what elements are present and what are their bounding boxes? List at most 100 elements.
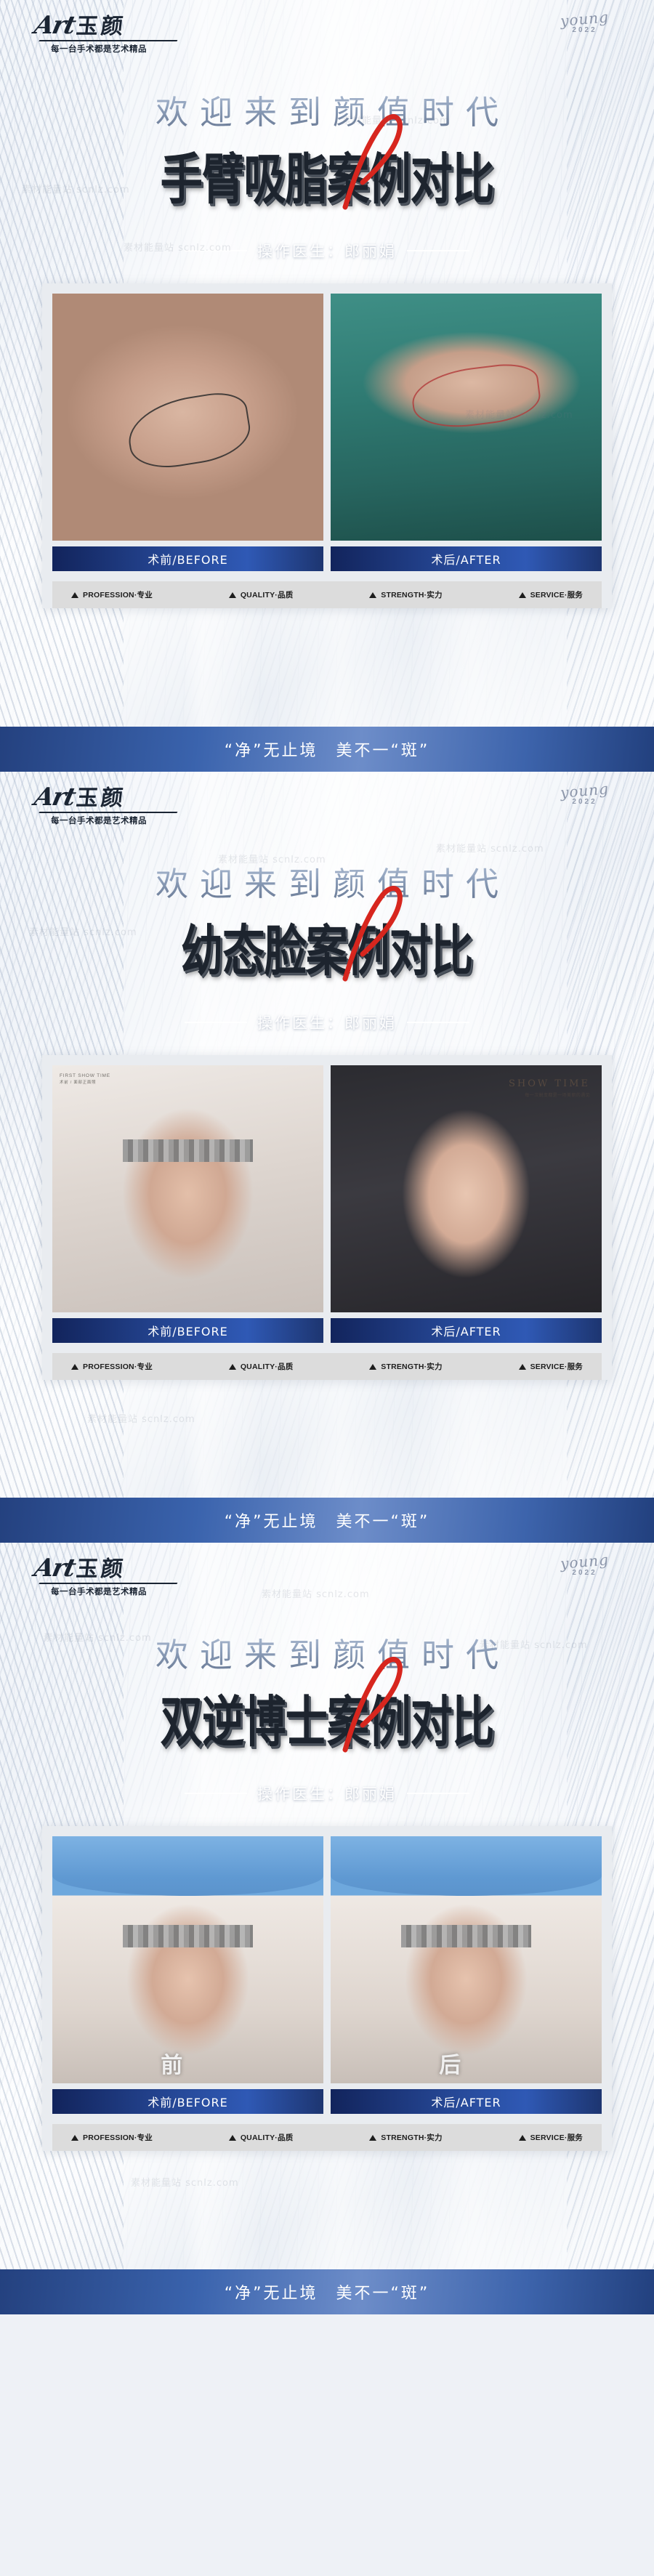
doctor-rule-left [185, 1793, 247, 1794]
watermark: 素材能量站 scnlz.com [131, 2178, 239, 2189]
doctor-label: 操作医生：郎丽娟 [257, 1785, 397, 1803]
triangle-icon [518, 2134, 526, 2141]
triangle-icon [228, 591, 236, 598]
triangle-icon [71, 591, 78, 598]
triangle-icon [518, 591, 526, 598]
main-title-wrap: 幼态脸案例对比 [0, 886, 654, 983]
badge-label: STRENGTH·实力 [381, 2133, 443, 2142]
doctor-line: 操作医生：郎丽娟 [0, 1012, 654, 1033]
surgical-cap-shape [52, 1836, 323, 1896]
photo-before-image [52, 1065, 323, 1312]
label-row: 术前/BEFORE 术后/AFTER [52, 546, 602, 571]
label-before: 术前/BEFORE [52, 2089, 323, 2114]
watermark: 素材能量站 scnlz.com [436, 844, 544, 855]
label-row: 术前/BEFORE 术后/AFTER [52, 2089, 602, 2114]
welcome-headline: 欢迎来到颜值时代 [0, 857, 654, 905]
year-signature: young 2022 [560, 8, 610, 34]
signature-year: 2022 [572, 1569, 597, 1577]
doctor-rule-right [407, 1022, 469, 1023]
photo-before: FIRST SHOW TIME 术前 / 面部正面照 [52, 1065, 323, 1312]
poster-panel-1: Art 玉颜 每一台手术都是艺术精品 young 2022 欢迎来到颜值时代 手… [0, 0, 654, 772]
year-signature: young 2022 [560, 1551, 610, 1577]
badge-service: SERVICE·服务 [518, 1361, 583, 1372]
brand-tagline: 每一台手术都是艺术精品 [51, 1586, 147, 1596]
doctor-rule-left [185, 250, 247, 251]
privacy-mosaic [122, 1139, 253, 1162]
triangle-icon [228, 1363, 236, 1370]
welcome-headline: 欢迎来到颜值时代 [0, 1628, 654, 1676]
badge-label: QUALITY·品质 [240, 591, 294, 599]
doctor-rule-left [185, 1022, 247, 1023]
label-after: 术后/AFTER [331, 546, 602, 571]
photo-before-caption: FIRST SHOW TIME 术前 / 面部正面照 [60, 1073, 110, 1086]
signature-year: 2022 [572, 798, 597, 806]
brand-chinese-name: 玉颜 [75, 786, 127, 811]
photo-row: 前 后 [52, 1836, 602, 2083]
poster-panel-3: Art 玉颜 每一台手术都是艺术精品 young 2022 欢迎来到颜值时代 双… [0, 1543, 654, 2314]
brand-logo: Art 玉颜 每一台手术都是艺术精品 [31, 11, 202, 54]
footer-slogan: “净”无止境 美不一“斑” [224, 2285, 430, 2303]
photo-after-overlay-label: 后 [439, 2054, 461, 2078]
badge-label: SERVICE·服务 [530, 2133, 583, 2142]
doctor-rule-right [407, 250, 469, 251]
photo-after-image [331, 294, 602, 541]
badge-label: QUALITY·品质 [240, 2133, 294, 2142]
badge-strength: STRENGTH·实力 [369, 1361, 443, 1372]
poster-panel-2: Art 玉颜 每一台手术都是艺术精品 young 2022 欢迎来到颜值时代 幼… [0, 772, 654, 1543]
brand-underline [39, 40, 178, 41]
badge-label: SERVICE·服务 [530, 1362, 583, 1371]
badge-profession: PROFESSION·专业 [71, 2132, 153, 2143]
footer-slogan: “净”无止境 美不一“斑” [224, 1513, 430, 1531]
photo-after: 后 [331, 1836, 602, 2083]
brand-script-text: Art [31, 11, 78, 40]
triangle-icon [228, 2134, 236, 2141]
badge-profession: PROFESSION·专业 [71, 589, 153, 600]
comparison-card: 术前/BEFORE 术后/AFTER PROFESSION·专业 QUALITY… [42, 283, 612, 608]
badge-strength: STRENGTH·实力 [369, 589, 443, 600]
comparison-card: FIRST SHOW TIME 术前 / 面部正面照 SHOW TIME 每一次… [42, 1055, 612, 1380]
photo-after: SHOW TIME 每一次蜕变都是一场美丽的遇见 [331, 1065, 602, 1312]
privacy-mosaic [122, 1925, 253, 1947]
doctor-line: 操作医生：郎丽娟 [0, 1782, 654, 1804]
brand-mark: Art 玉颜 [31, 11, 202, 40]
brand-underline [39, 1583, 178, 1584]
watermark: 素材能量站 scnlz.com [262, 1589, 370, 1600]
triangle-icon [369, 591, 377, 598]
badge-label: QUALITY·品质 [240, 1362, 294, 1371]
brand-mark: Art 玉颜 [31, 783, 202, 812]
watermark: 素材能量站 scnlz.com [87, 1414, 195, 1425]
brand-tagline: 每一台手术都是艺术精品 [51, 815, 147, 825]
badge-quality: QUALITY·品质 [228, 1361, 294, 1372]
feature-badge-row: PROFESSION·专业 QUALITY·品质 STRENGTH·实力 SER… [52, 2124, 602, 2151]
badge-label: PROFESSION·专业 [83, 591, 153, 599]
doctor-line: 操作医生：郎丽娟 [0, 240, 654, 262]
photo-row: FIRST SHOW TIME 术前 / 面部正面照 SHOW TIME 每一次… [52, 1065, 602, 1312]
badge-service: SERVICE·服务 [518, 2132, 583, 2143]
brand-chinese-name: 玉颜 [75, 14, 127, 39]
badge-quality: QUALITY·品质 [228, 2132, 294, 2143]
triangle-icon [369, 2134, 377, 2141]
brand-logo: Art 玉颜 每一台手术都是艺术精品 [31, 1554, 202, 1597]
photo-after-image [331, 1065, 602, 1312]
brand-script-text: Art [31, 783, 78, 812]
main-title-wrap: 手臂吸脂案例对比 [0, 114, 654, 211]
feature-badge-row: PROFESSION·专业 QUALITY·品质 STRENGTH·实力 SER… [52, 1353, 602, 1380]
photo-before: 前 [52, 1836, 323, 2083]
label-row: 术前/BEFORE 术后/AFTER [52, 1318, 602, 1343]
caption-title: SHOW TIME [508, 1078, 590, 1089]
photo-before-image [52, 294, 323, 541]
photo-before-overlay-label: 前 [161, 2054, 183, 2078]
badge-strength: STRENGTH·实力 [369, 2132, 443, 2143]
surgical-cap-shape [331, 1836, 602, 1896]
footer-banner: “净”无止境 美不一“斑” [0, 2269, 654, 2314]
footer-banner: “净”无止境 美不一“斑” [0, 727, 654, 772]
brand-underline [39, 812, 178, 813]
photo-before [52, 294, 323, 541]
triangle-icon [71, 1363, 78, 1370]
brand-script-text: Art [31, 1554, 78, 1583]
page-title: 幼态脸案例对比 [181, 918, 473, 984]
brand-logo: Art 玉颜 每一台手术都是艺术精品 [31, 783, 202, 826]
footer-slogan: “净”无止境 美不一“斑” [224, 742, 430, 760]
brand-mark: Art 玉颜 [31, 1554, 202, 1583]
doctor-label: 操作医生：郎丽娟 [257, 243, 397, 260]
